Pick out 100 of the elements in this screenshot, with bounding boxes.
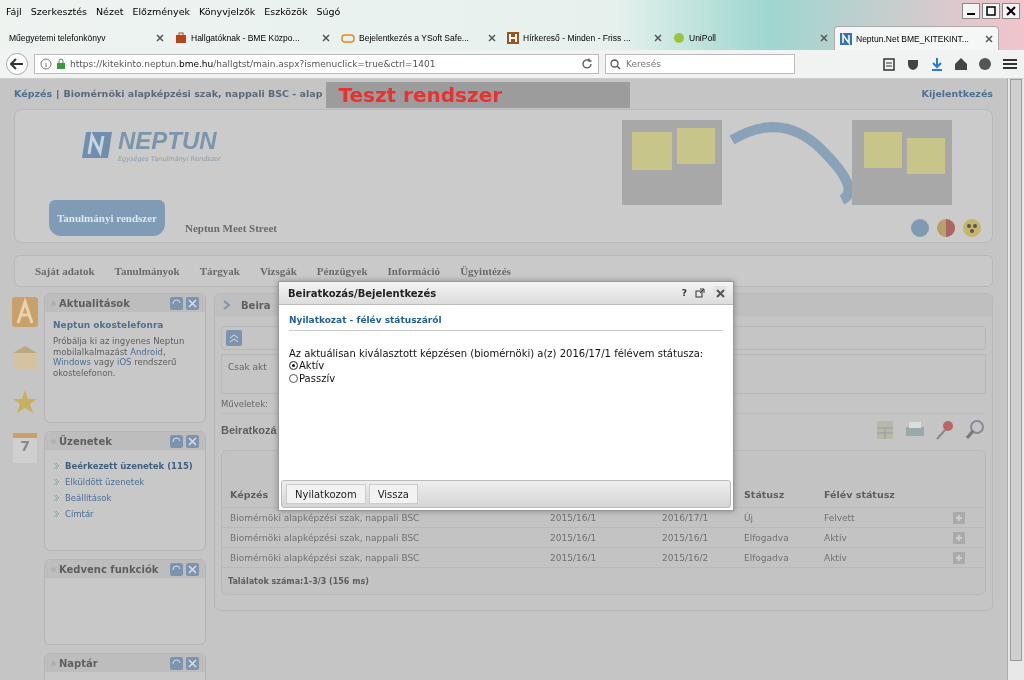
main-menu-item[interactable]: Tanulmányok [114, 265, 180, 277]
message-link[interactable]: Elküldött üzenetek [65, 477, 145, 487]
menu-icon[interactable] [1002, 57, 1018, 71]
breadcrumb-separator: | [56, 87, 60, 99]
close-icon[interactable] [186, 434, 199, 448]
poll-icon [673, 32, 685, 44]
search-field[interactable]: Keresés [605, 54, 795, 74]
main-menu-item[interactable]: Pénzügyek [316, 265, 368, 277]
section-title: Beiratkozá [221, 424, 278, 436]
table-cell: Aktív [824, 552, 847, 563]
system-tab[interactable]: Tanulmányi rendszer [49, 200, 165, 236]
browser-tab[interactable]: Hírkereső - Minden - Friss ... [502, 26, 667, 50]
menu-item[interactable]: Nézet [95, 5, 124, 17]
store-link[interactable]: Windows [53, 357, 91, 368]
close-tab-icon[interactable] [488, 34, 496, 42]
filter-option[interactable]: Csak akt [228, 362, 267, 372]
panel-title: Beira [241, 299, 271, 311]
pin-icon[interactable] [934, 419, 956, 441]
close-icon[interactable] [186, 562, 199, 576]
minimize-button[interactable] [962, 3, 980, 19]
test-system-banner: Teszt rendszer [326, 82, 631, 108]
close-tab-icon[interactable] [820, 34, 828, 42]
message-link[interactable]: Címtár [65, 509, 94, 519]
browser-tab[interactable]: UniPoll [668, 26, 833, 50]
lock-icon [56, 58, 66, 70]
close-tab-icon[interactable] [985, 34, 993, 43]
radio-label[interactable]: Passzív [299, 373, 336, 384]
question-text: Az aktuálisan kiválasztott képzésen (biomérnöki) a(z) 2016/17/1 félévem státusza: [289, 348, 705, 359]
radio-label[interactable]: Aktív [299, 360, 325, 371]
dialog-subtitle: Nyilatkozat - félév státuszáról [289, 315, 723, 331]
table-cell: Felvett [824, 512, 855, 523]
shield-icon[interactable] [906, 57, 920, 71]
main-menu-item[interactable]: Tárgyak [199, 265, 240, 277]
color-wheel-icon[interactable] [936, 218, 956, 238]
menu-item[interactable]: Könyvjelzők [199, 5, 256, 17]
store-link[interactable]: iOS [117, 357, 132, 368]
minimize-icon [967, 13, 975, 15]
news-headline[interactable]: Neptun okostelefonra [53, 320, 197, 330]
store-link[interactable]: Android [130, 346, 163, 357]
star-icon[interactable] [12, 389, 38, 415]
download-icon[interactable] [930, 57, 944, 71]
back-arrow-icon [10, 58, 24, 70]
menu-item[interactable]: Előzmények [132, 5, 190, 17]
dots-icon[interactable] [962, 218, 982, 238]
close-button[interactable] [1002, 3, 1020, 19]
main-menu-item[interactable]: Saját adatok [35, 265, 95, 277]
breadcrumb-text: Biomérnöki alapképzési szak, nappali BSC - alap [63, 87, 323, 99]
main-menu-item[interactable]: Vizsgák [259, 265, 297, 277]
magnifier-icon[interactable] [964, 419, 986, 441]
panel-title: Üzenetek [59, 435, 113, 447]
close-tab-icon[interactable] [322, 34, 330, 42]
close-tab-icon[interactable] [654, 34, 662, 42]
browser-tab[interactable]: Neptun.Net BME_KITEKINT... [834, 26, 999, 50]
maximize-button[interactable] [982, 3, 1000, 19]
browser-tab[interactable]: Műegyetemi telefonkönyv [4, 26, 169, 50]
message-link[interactable]: Beállítások [65, 493, 112, 503]
menu-item[interactable]: Fájl [6, 5, 22, 17]
back-button[interactable] [6, 53, 28, 75]
menu-item[interactable]: Szerkesztés [30, 5, 87, 17]
news-text: Próbálja ki az ingyenes Neptun mobilalkalmazást Android, Windows vagy iOS rendszerű okostelefonon. [53, 336, 186, 379]
radio-button[interactable] [289, 361, 298, 370]
table-cell: 2015/16/1 [550, 552, 597, 563]
collapse-icon[interactable] [226, 330, 242, 346]
table-cell: 2015/16/2 [662, 552, 709, 563]
close-icon [1006, 6, 1016, 16]
address-bar[interactable]: https://kitekinto.neptun.bme.hu/hallgtst/main.aspx?ismenuclick=true&ctrl=1401 [34, 54, 599, 74]
calendar-icon[interactable]: 7 [13, 433, 37, 463]
table-cell: Elfogadva [744, 532, 789, 543]
close-tab-icon[interactable] [156, 34, 164, 42]
table-cell: Biomérnöki alapképzési szak, nappali BSC [230, 512, 420, 523]
breadcrumb-link[interactable]: Képzés [14, 87, 53, 99]
message-link[interactable]: Beérkezett üzenetek (115) [65, 461, 193, 471]
logout-link[interactable]: Kijelentkezés [921, 87, 993, 99]
maximize-icon [986, 6, 996, 16]
help-button[interactable]: ? [681, 288, 687, 298]
close-icon[interactable] [186, 296, 199, 310]
scrollbar[interactable] [1007, 79, 1024, 680]
system-tab[interactable]: Neptun Meet Street [176, 210, 285, 246]
dialog-button[interactable]: Nyilatkozom [286, 484, 366, 504]
table-cell: Új [744, 512, 754, 523]
home-icon[interactable] [954, 57, 968, 71]
dialog-button[interactable]: Vissza [368, 484, 418, 504]
browser-tab[interactable]: Hallgatóknak - BME Közpo... [170, 26, 335, 50]
clipboard-icon[interactable] [882, 57, 896, 71]
results-count: Találatok száma:1-3/3 (156 ms) [228, 576, 369, 586]
neptun-logo-icon [80, 130, 114, 160]
url-text: https://kitekinto.neptun.bme.hu/hallgtst/main.aspx?ismenuclick=true&ctrl=1401 [70, 59, 437, 69]
close-icon[interactable] [186, 656, 199, 670]
reload-icon[interactable] [581, 58, 593, 70]
close-icon [715, 288, 725, 298]
main-menu-item[interactable]: Információ [387, 265, 441, 277]
menu-item[interactable]: Súgó [316, 5, 341, 17]
menu-item[interactable]: Eszközök [264, 5, 308, 17]
browser-tab[interactable]: Bejelentkezés a YSoft Safe... [336, 26, 501, 50]
panel-title: Kedvenc funkciók [59, 563, 160, 575]
chevron-icon [53, 478, 60, 486]
main-menu-item[interactable]: Ügyintézés [460, 265, 511, 277]
popout-icon[interactable] [695, 288, 705, 298]
radio-button[interactable] [289, 374, 298, 383]
dialog-title: Beiratkozás/Bejelentkezés [288, 287, 438, 299]
